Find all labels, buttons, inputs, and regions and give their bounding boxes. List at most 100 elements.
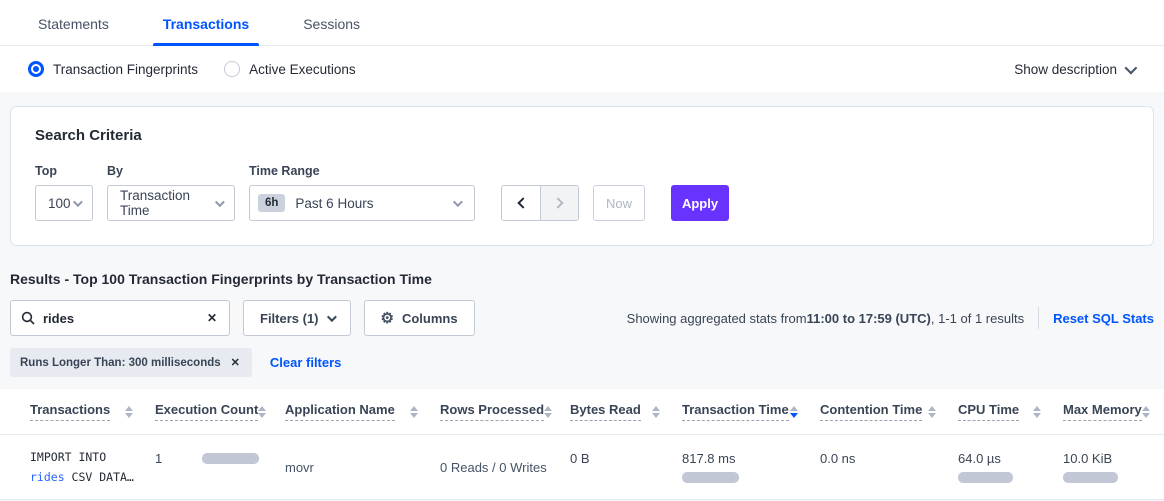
time-range-value: Past 6 Hours (295, 196, 453, 211)
column-header-transaction-time: Transaction Time (682, 402, 820, 421)
transaction-time-value: 817.8 ms (682, 451, 735, 466)
results-heading: Results - Top 100 Transaction Fingerprin… (10, 271, 1154, 287)
cpu-time-value: 64.0 µs (958, 451, 1001, 466)
sort-icon[interactable] (1033, 406, 1041, 418)
search-match-highlight: rides (30, 470, 65, 484)
sort-icon[interactable] (652, 406, 660, 418)
radio-active-executions[interactable]: Active Executions (224, 61, 356, 77)
search-input[interactable] (43, 311, 205, 326)
chevron-down-icon (326, 312, 336, 322)
cell-cpu-time: 64.0 µs (958, 451, 1063, 483)
remove-filter-icon[interactable]: ✕ (229, 354, 242, 371)
top-field: Top 100 (35, 164, 93, 221)
column-label[interactable]: Bytes Read (570, 402, 641, 421)
top-label: Top (35, 164, 93, 178)
cell-contention-time: 0.0 ns (820, 451, 958, 483)
filters-button[interactable]: Filters (1) (243, 300, 351, 336)
transactions-table: Transactions Execution Count Application… (0, 389, 1164, 500)
show-description-label: Show description (1014, 62, 1117, 77)
cell-max-memory: 10.0 KiB (1063, 451, 1144, 483)
time-next-button[interactable] (540, 186, 578, 220)
show-description-toggle[interactable]: Show description (1014, 62, 1134, 77)
sql-line-2: rides CSV DATA… (30, 467, 155, 487)
stats-range: 11:00 to 17:59 (UTC) (807, 311, 931, 326)
column-label[interactable]: Execution Count (155, 402, 258, 421)
chevron-down-icon (215, 197, 225, 207)
by-label: By (107, 164, 235, 178)
cell-application-name: movr (285, 460, 440, 475)
cell-execution-count: 1 (155, 451, 285, 483)
chevron-down-icon (453, 197, 463, 207)
search-criteria-card: Search Criteria Top 100 By Transaction T… (10, 106, 1154, 246)
sort-icon[interactable] (410, 406, 418, 418)
sort-icon[interactable] (258, 406, 266, 418)
sort-icon[interactable] (125, 406, 133, 418)
time-range-badge: 6h (258, 194, 285, 212)
by-select[interactable]: Transaction Time (107, 185, 235, 221)
column-label[interactable]: Transactions (30, 402, 110, 421)
search-criteria-title: Search Criteria (35, 127, 1129, 144)
max-memory-bar (1063, 472, 1118, 483)
column-label[interactable]: CPU Time (958, 402, 1019, 421)
filter-chips-row: Runs Longer Than: 300 milliseconds ✕ Cle… (10, 348, 1154, 377)
cell-transaction-time: 817.8 ms (682, 451, 820, 483)
by-field: By Transaction Time (107, 164, 235, 221)
now-button[interactable]: Now (593, 185, 645, 221)
time-nav-group (501, 185, 579, 221)
reset-sql-stats-link[interactable]: Reset SQL Stats (1053, 311, 1154, 326)
column-header-bytes-read: Bytes Read (570, 402, 682, 421)
page-tabs: Statements Transactions Sessions (0, 0, 1164, 46)
contention-time-value: 0.0 ns (820, 451, 855, 466)
radio-selected-icon (28, 61, 44, 77)
column-label[interactable]: Rows Processed (440, 402, 544, 421)
tab-transactions[interactable]: Transactions (153, 16, 259, 45)
column-label[interactable]: Contention Time (820, 402, 922, 421)
column-header-rows-processed: Rows Processed (440, 402, 570, 421)
column-header-application-name: Application Name (285, 402, 440, 421)
max-memory-value: 10.0 KiB (1063, 451, 1112, 466)
column-label[interactable]: Transaction Time (682, 402, 789, 421)
column-label[interactable]: Max Memory (1063, 402, 1142, 421)
cpu-time-bar (958, 472, 1013, 483)
sort-icon-active-desc[interactable] (790, 406, 798, 418)
time-prev-button[interactable] (502, 186, 540, 220)
column-header-contention-time: Contention Time (820, 402, 958, 421)
filter-chip-label: Runs Longer Than: 300 milliseconds (20, 357, 221, 369)
stats-suffix: , 1-1 of 1 results (931, 311, 1024, 326)
column-header-max-memory: Max Memory (1063, 402, 1164, 421)
time-range-label: Time Range (249, 164, 475, 178)
execution-count-bar (202, 453, 259, 464)
sql-line-1: IMPORT INTO (30, 447, 155, 467)
execution-count-value: 1 (155, 451, 162, 466)
transaction-time-bar (682, 472, 739, 483)
radio-transaction-fingerprints[interactable]: Transaction Fingerprints (28, 61, 198, 77)
bytes-read-value: 0 B (570, 451, 590, 466)
table-header-row: Transactions Execution Count Application… (0, 389, 1164, 434)
sql-line-2-rest: CSV DATA… (65, 470, 134, 484)
columns-button[interactable]: ⚙ Columns (364, 300, 475, 336)
time-range-field: Time Range 6h Past 6 Hours (249, 164, 475, 221)
tab-statements[interactable]: Statements (28, 16, 119, 45)
chevron-down-icon (73, 197, 83, 207)
sort-icon[interactable] (544, 406, 552, 418)
column-header-execution-count: Execution Count (155, 402, 285, 421)
apply-button[interactable]: Apply (671, 185, 729, 221)
column-header-transactions: Transactions (30, 402, 155, 421)
tab-sessions[interactable]: Sessions (293, 16, 370, 45)
column-label[interactable]: Application Name (285, 402, 395, 421)
top-select[interactable]: 100 (35, 185, 93, 221)
filters-label: Filters (1) (260, 311, 319, 326)
transaction-fingerprint-link[interactable]: IMPORT INTO rides CSV DATA… (30, 447, 155, 487)
divider (1038, 307, 1039, 329)
column-header-cpu-time: CPU Time (958, 402, 1063, 421)
view-toggle-bar: Transaction Fingerprints Active Executio… (0, 46, 1164, 92)
clear-filters-link[interactable]: Clear filters (270, 355, 342, 370)
sort-icon[interactable] (928, 406, 936, 418)
time-range-select[interactable]: 6h Past 6 Hours (249, 185, 475, 221)
results-controls: ✕ Filters (1) ⚙ Columns Showing aggregat… (10, 300, 1154, 336)
filter-chip: Runs Longer Than: 300 milliseconds ✕ (10, 348, 252, 377)
top-value: 100 (48, 196, 71, 211)
sort-icon[interactable] (1142, 406, 1150, 418)
clear-search-icon[interactable]: ✕ (205, 309, 219, 327)
table-row[interactable]: IMPORT INTO rides CSV DATA… 1 movr 0 Rea… (0, 434, 1164, 500)
